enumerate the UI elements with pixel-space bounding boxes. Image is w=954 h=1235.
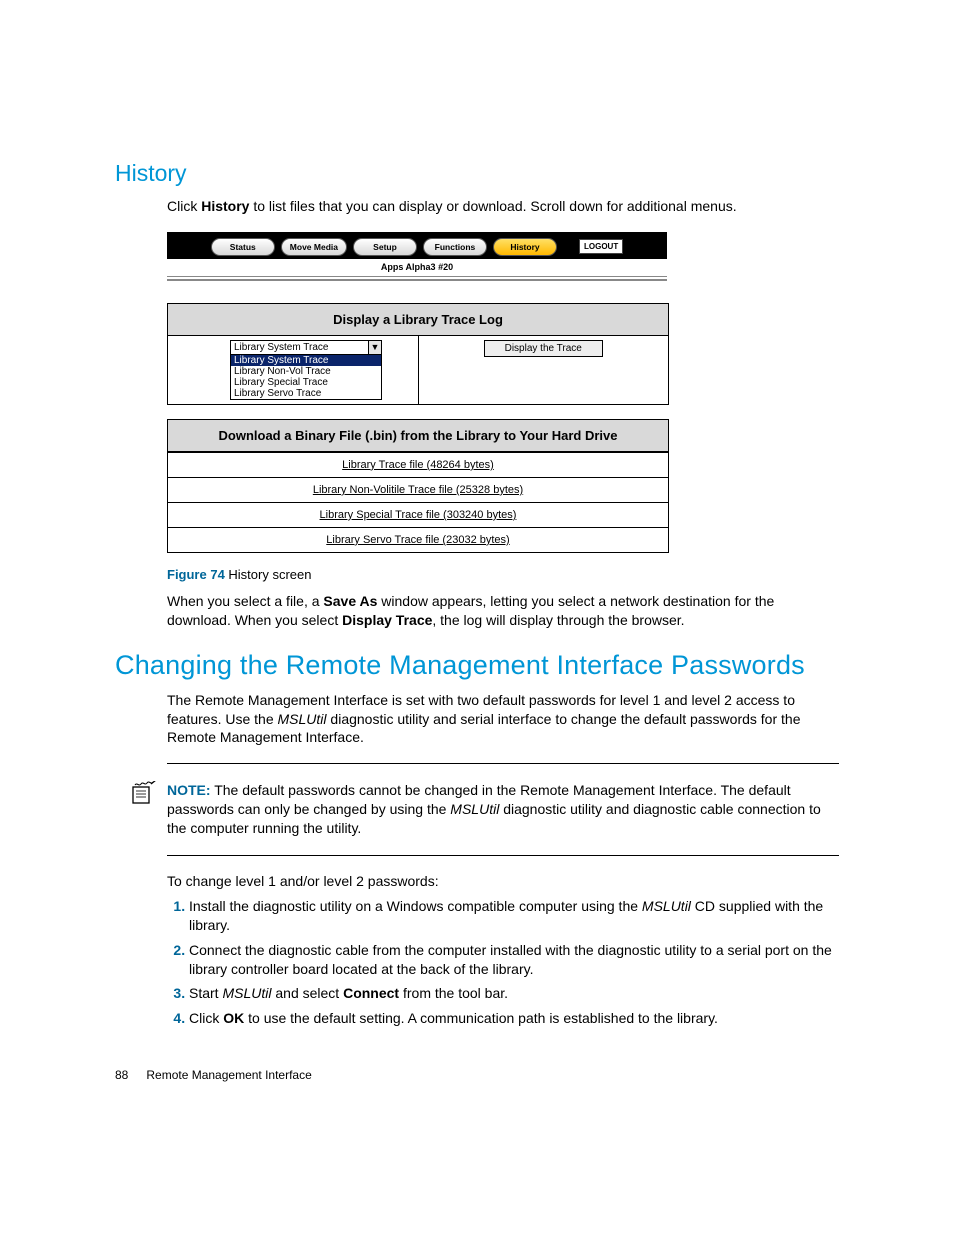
text-bold: OK <box>223 1010 244 1026</box>
text-italic: MSLUtil <box>222 985 271 1001</box>
select-option[interactable]: Library System Trace <box>231 355 381 366</box>
text-italic: MSLUtil <box>450 801 499 817</box>
display-trace-button[interactable]: Display the Trace <box>484 340 603 357</box>
text: to use the default setting. A communicat… <box>244 1010 718 1026</box>
page-footer: 88 Remote Management Interface <box>115 1068 839 1082</box>
trace-log-panel: Display a Library Trace Log Library Syst… <box>167 303 669 405</box>
section-heading-history: History <box>115 160 839 187</box>
text: Click <box>189 1010 223 1026</box>
trace-panel-header: Display a Library Trace Log <box>168 304 668 336</box>
note-icon <box>131 781 157 838</box>
step-item: Start MSLUtil and select Connect from th… <box>189 984 839 1003</box>
text: When you select a file, a <box>167 593 323 609</box>
text-bold: Connect <box>343 985 399 1001</box>
nav-move-media-button[interactable]: Move Media <box>281 238 347 256</box>
steps-intro: To change level 1 and/or level 2 passwor… <box>167 872 839 891</box>
passwords-intro: The Remote Management Interface is set w… <box>167 691 839 748</box>
history-intro: Click History to list files that you can… <box>167 197 839 216</box>
download-link[interactable]: Library Non-Volitile Trace file (25328 b… <box>313 484 523 496</box>
download-link[interactable]: Library Trace file (48264 bytes) <box>342 459 494 471</box>
divider <box>167 763 839 764</box>
text: , the log will display through the brows… <box>432 612 684 628</box>
text-italic: MSLUtil <box>642 898 691 914</box>
download-panel-header: Download a Binary File (.bin) from the L… <box>168 420 668 452</box>
history-screenshot-figure: Status Move Media Setup Functions Histor… <box>167 232 667 553</box>
text: Install the diagnostic utility on a Wind… <box>189 898 642 914</box>
select-option[interactable]: Library Non-Vol Trace <box>231 366 381 377</box>
logout-button[interactable]: LOGOUT <box>579 239 623 254</box>
nav-history-button[interactable]: History <box>493 238 557 256</box>
text: from the tool bar. <box>399 985 508 1001</box>
text-bold: History <box>201 198 249 214</box>
note-text: NOTE: The default passwords cannot be ch… <box>167 781 839 838</box>
text: Click <box>167 198 201 214</box>
text-bold: Save As <box>323 593 377 609</box>
text-bold: Display Trace <box>342 612 432 628</box>
text: Start <box>189 985 222 1001</box>
figure-caption: Figure 74 History screen <box>167 567 839 582</box>
step-item: Click OK to use the default setting. A c… <box>189 1009 839 1028</box>
page-number: 88 <box>115 1068 128 1082</box>
text: to list files that you can display or do… <box>249 198 736 214</box>
steps-list: Install the diagnostic utility on a Wind… <box>167 897 839 1028</box>
paragraph-after-figure: When you select a file, a Save As window… <box>167 592 839 630</box>
text: Connect the diagnostic cable from the co… <box>189 942 832 977</box>
chevron-down-icon[interactable]: ▼ <box>368 341 381 354</box>
download-link[interactable]: Library Special Trace file (303240 bytes… <box>320 509 517 521</box>
fig-subtitle: Apps Alpha3 #20 <box>167 259 667 277</box>
nav-status-button[interactable]: Status <box>211 238 275 256</box>
navbar: Status Move Media Setup Functions Histor… <box>167 232 667 259</box>
note-block: NOTE: The default passwords cannot be ch… <box>131 763 839 856</box>
trace-type-select[interactable]: Library System Trace ▼ Library System Tr… <box>230 340 382 400</box>
select-option[interactable]: Library Servo Trace <box>231 388 381 399</box>
nav-functions-button[interactable]: Functions <box>423 238 487 256</box>
download-panel: Download a Binary File (.bin) from the L… <box>167 419 669 553</box>
text-italic: MSLUtil <box>278 711 327 727</box>
download-link[interactable]: Library Servo Trace file (23032 bytes) <box>326 534 509 546</box>
select-option[interactable]: Library Special Trace <box>231 377 381 388</box>
nav-setup-button[interactable]: Setup <box>353 238 417 256</box>
chapter-name: Remote Management Interface <box>146 1068 311 1082</box>
figure-label: Figure 74 <box>167 567 225 582</box>
figure-caption-text: History screen <box>225 567 312 582</box>
text: and select <box>271 985 343 1001</box>
divider <box>167 855 839 856</box>
select-selected-text: Library System Trace <box>231 341 368 354</box>
step-item: Connect the diagnostic cable from the co… <box>189 941 839 979</box>
section-heading-passwords: Changing the Remote Management Interface… <box>115 650 839 681</box>
step-item: Install the diagnostic utility on a Wind… <box>189 897 839 935</box>
note-label: NOTE: <box>167 782 211 798</box>
